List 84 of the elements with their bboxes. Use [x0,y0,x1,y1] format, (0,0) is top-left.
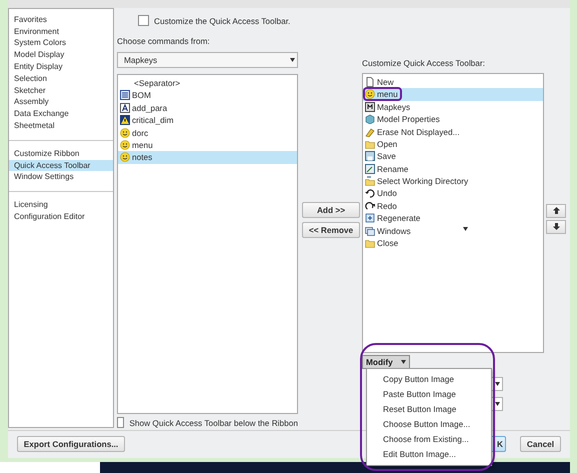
dropdown-option[interactable]: Reset Button Image [367,402,491,417]
warning-icon [120,115,130,126]
list-item[interactable]: Save [363,150,543,163]
category-item[interactable]: Configuration Editor [9,210,113,223]
add-button[interactable]: Add >> [302,202,360,218]
list-item[interactable]: menu [118,138,297,152]
folder-icon [365,238,375,248]
redo-icon [365,200,375,211]
windows-icon [365,226,375,236]
category-item[interactable]: Favorites [9,14,113,26]
eraser-icon [365,126,375,137]
caret-icon [463,227,468,232]
category-item[interactable]: Entity Display [9,60,113,73]
folder-icon [365,138,375,149]
dropdown-option[interactable]: Paste Button Image [367,387,491,402]
down-arrow-icon [552,223,560,230]
smiley-icon [120,128,130,138]
smiley-icon [365,89,375,100]
category-item[interactable]: Data Exchange [9,108,113,120]
caret-icon [495,402,500,406]
list-item[interactable]: Erase Not Displayed... [363,125,543,138]
remove-button[interactable]: << Remove [302,222,360,238]
list-item[interactable]: dorc [118,126,297,139]
dropdown-option[interactable]: Choose Button Image... [367,417,491,432]
category-item[interactable]: Assembly [9,96,113,108]
category-item[interactable]: Selection [9,72,113,85]
dropdown-option[interactable]: Edit Button Image... [367,447,491,462]
list-item[interactable]: New [363,76,543,88]
category-item[interactable]: Quick Access Toolbar [9,160,113,172]
rename-icon [365,164,375,174]
list-item[interactable]: menu [363,88,543,101]
cube-icon [365,114,375,124]
undo-icon [365,188,375,198]
category-item[interactable]: Sketcher [9,84,113,96]
folder-icon [365,176,375,186]
parameter-icon [120,102,130,113]
field-label: Choose commands from: [117,36,211,46]
highlight-ring: menu [363,87,402,102]
list-item[interactable]: Select Working Directory [363,174,543,188]
commands-dropdown[interactable]: Mapkeys [117,52,298,68]
checkbox-label: Customize the Quick Access Toolbar. [154,16,290,26]
list-item[interactable]: <Separator> [118,76,297,90]
cancel-button[interactable]: Cancel [520,436,561,452]
list-item[interactable]: critical_dim [118,114,297,126]
category-item[interactable]: Customize Ribbon [9,148,113,160]
list-item[interactable]: Model Properties [363,112,543,126]
modify-button[interactable]: Modify [362,354,410,369]
checkbox[interactable] [117,417,124,428]
field-label: Customize Quick Access Toolbar: [362,58,486,68]
dropdown-option[interactable]: Choose from Existing... [367,432,491,447]
move-down-button[interactable] [546,220,566,234]
smiley-icon [120,152,130,162]
list-item[interactable]: Rename [363,162,543,175]
category-item[interactable]: Sheetmetal [9,120,113,132]
move-up-button[interactable] [546,204,566,218]
list-item[interactable]: Redo [363,200,543,212]
regenerate-icon [365,213,375,224]
caret-icon [401,360,406,364]
category-item[interactable]: Model Display [9,49,113,61]
export-button[interactable]: Export Configurations... [17,436,125,452]
list-item[interactable]: Regenerate [363,212,543,224]
checkbox-label: Show Quick Access Toolbar below the Ribbon [129,418,298,428]
list-item[interactable]: Undo [363,187,543,200]
category-item[interactable]: System Colors [9,37,113,50]
checkbox[interactable] [138,15,149,26]
list-item[interactable]: Open [363,138,543,150]
category-item[interactable]: Window Settings [9,171,113,184]
list-item[interactable]: Windows [363,224,543,237]
table-icon [120,90,130,100]
save-icon [365,151,375,162]
list-item[interactable]: add_para [118,102,297,114]
smiley-icon [120,140,130,150]
caret-icon [495,382,500,386]
dropdown-option[interactable]: Copy Button Image [367,372,491,387]
list-item[interactable]: BOM [118,89,297,102]
caret-icon [290,58,295,62]
document-icon [365,76,375,87]
list-item[interactable]: Mapkeys [363,100,543,113]
category-item[interactable]: Environment [9,26,113,38]
keyboard-icon [365,102,375,112]
up-arrow-icon [552,207,560,214]
category-item[interactable]: Licensing [9,199,113,211]
list-item[interactable]: notes [118,151,297,164]
list-item[interactable]: Close [363,236,543,250]
